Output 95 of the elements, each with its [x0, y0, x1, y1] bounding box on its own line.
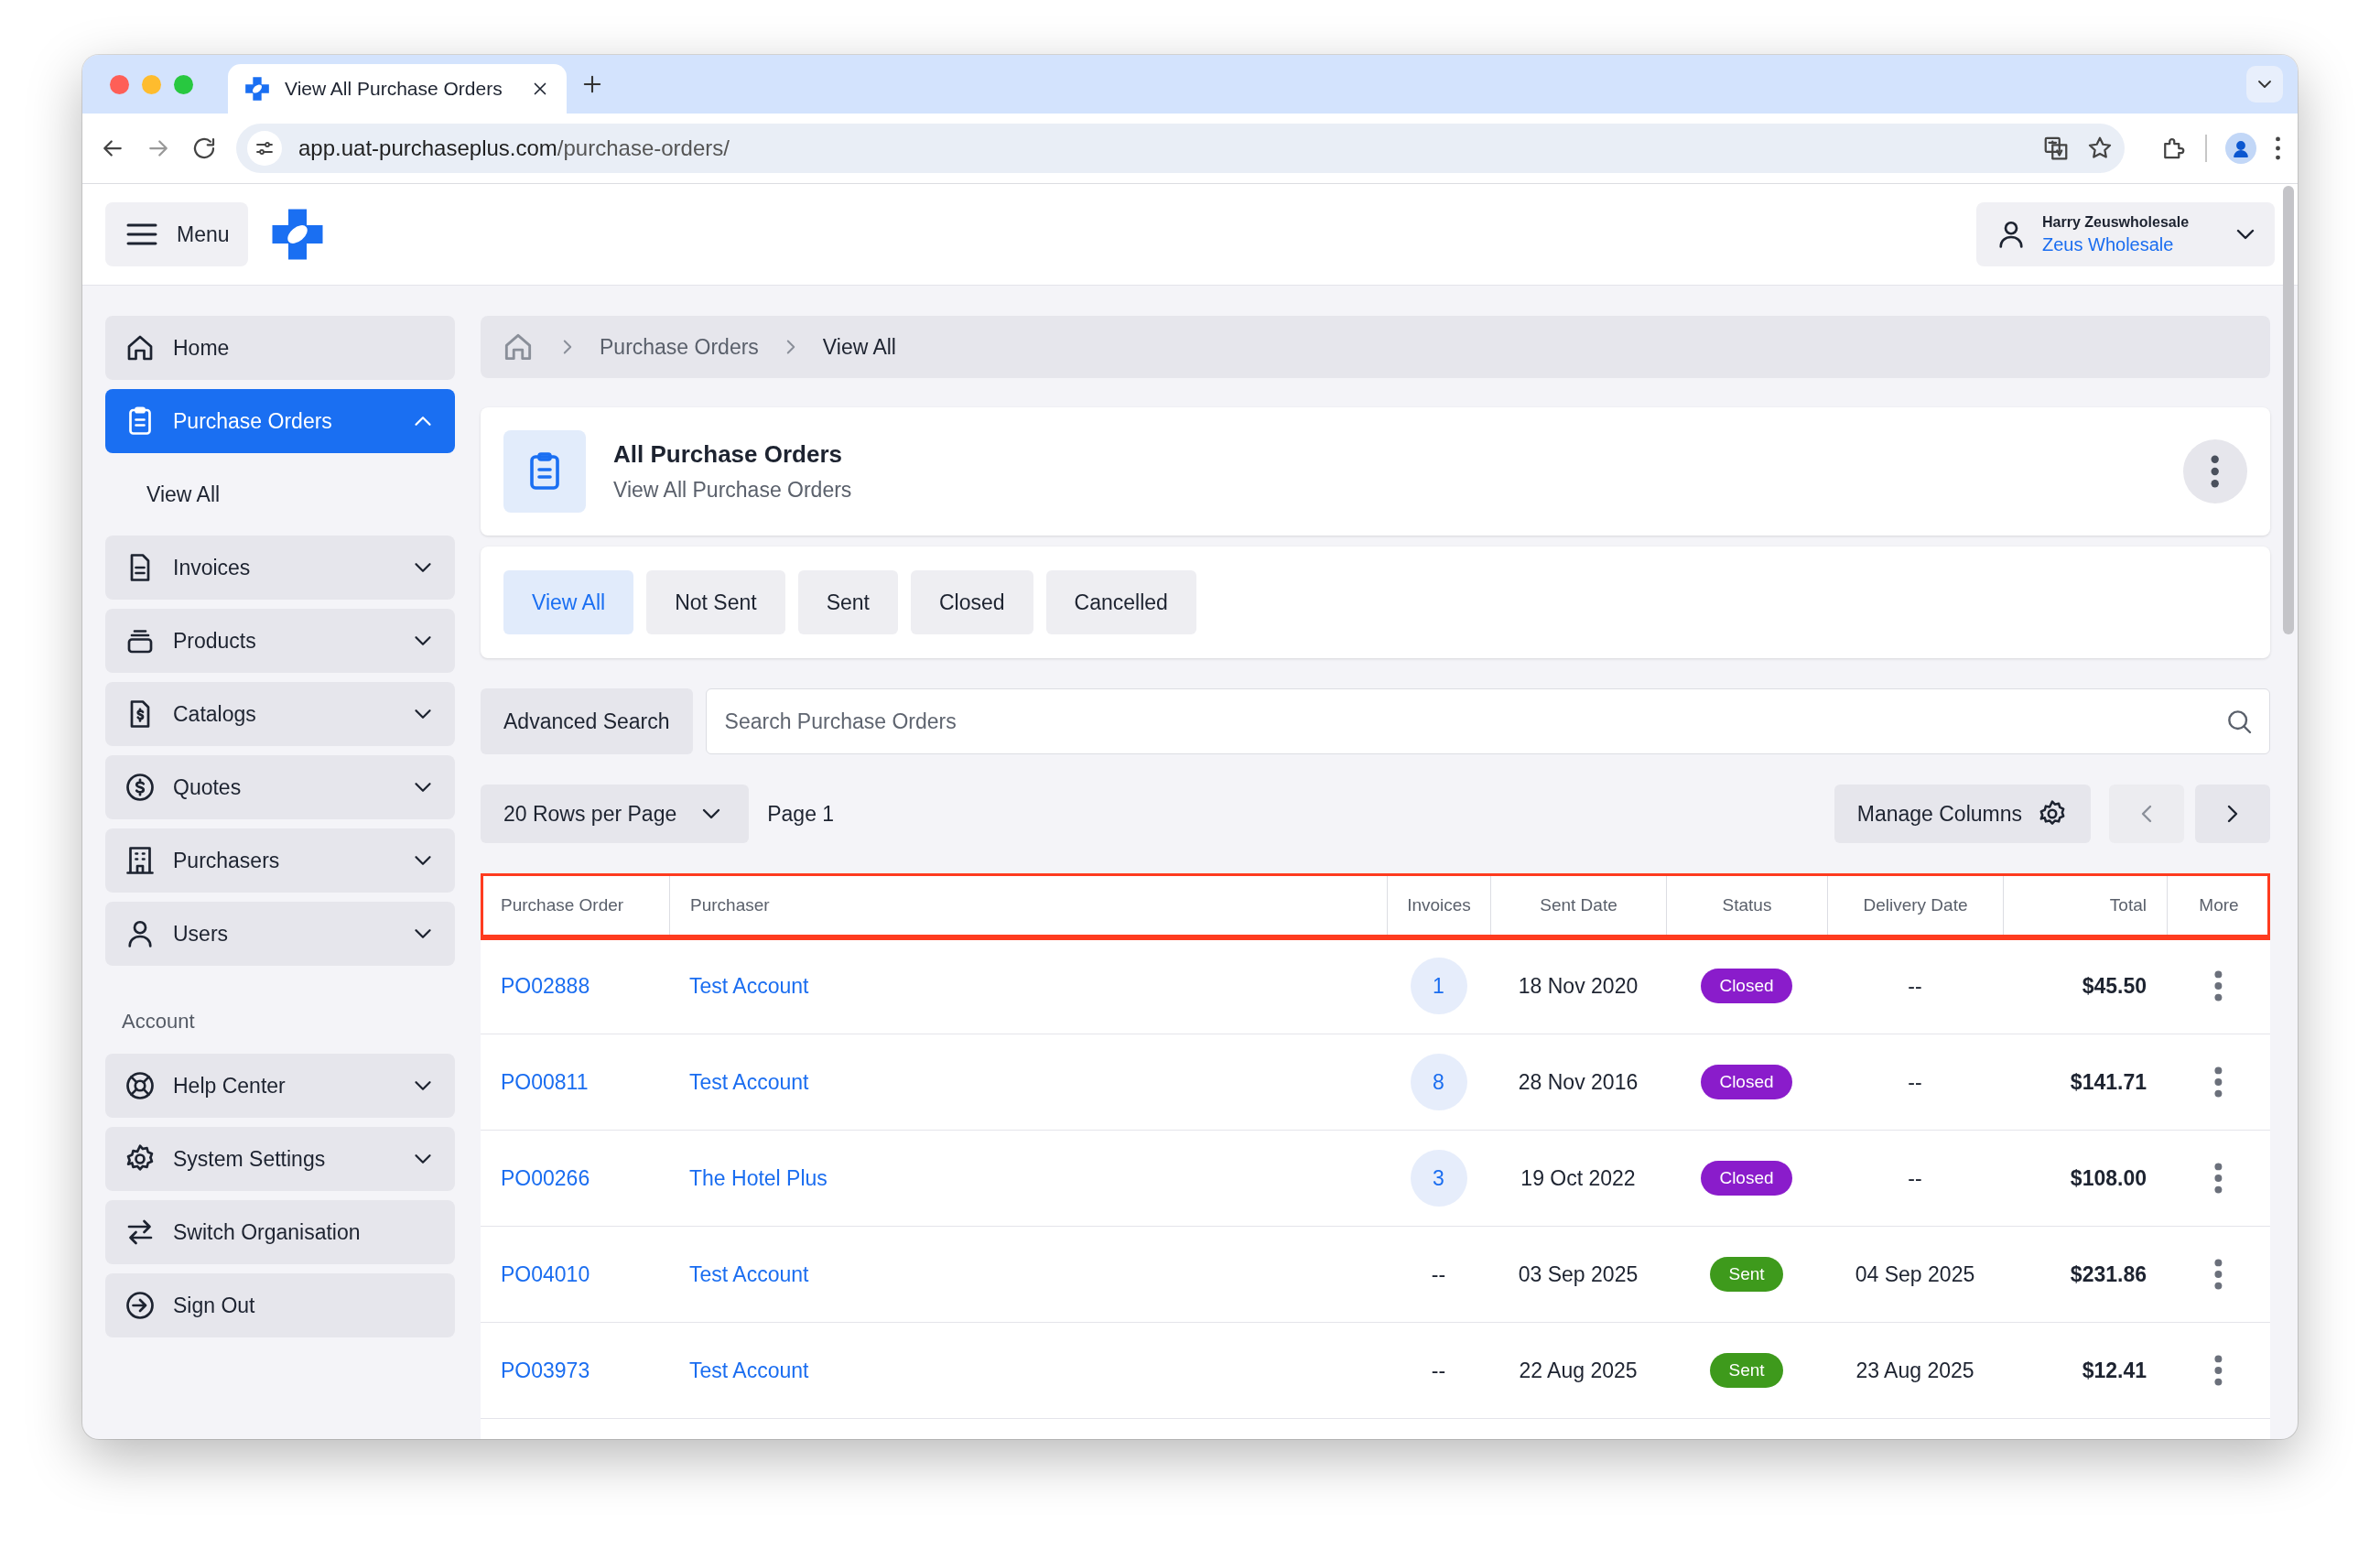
total-amount: $45.50: [2082, 973, 2147, 999]
column-header[interactable]: Total: [2003, 873, 2167, 937]
filter-tab[interactable]: Cancelled: [1045, 570, 1196, 634]
table-cell: --: [1908, 1069, 1922, 1095]
kebab-icon: [2210, 454, 2221, 489]
advanced-search-button[interactable]: Advanced Search: [481, 688, 693, 754]
sidebar-item[interactable]: Catalogs: [105, 682, 455, 746]
menu-button[interactable]: Menu: [105, 202, 248, 266]
table-cell: --: [1431, 1261, 1446, 1287]
table-cell: 04 Sep 2025: [1855, 1261, 1975, 1287]
sidebar-item[interactable]: Invoices: [105, 536, 455, 600]
organisation-name: Zeus Wholesale: [2042, 233, 2175, 255]
purchaser-link[interactable]: Test Account: [689, 1261, 809, 1287]
total-amount: $108.00: [2070, 1165, 2147, 1191]
url-text: app.uat-purchaseplus.com/purchase-orders/: [298, 135, 730, 161]
sidebar-item[interactable]: System Settings: [105, 1127, 455, 1191]
sidebar-item[interactable]: Switch Organisation: [105, 1200, 455, 1264]
order-link[interactable]: PO02888: [501, 973, 590, 999]
lifebuoy-icon: [124, 1069, 157, 1102]
sidebar-subitem[interactable]: View All: [105, 462, 226, 526]
purchaser-link[interactable]: Test Account: [689, 1069, 809, 1095]
kebab-icon: [2213, 1162, 2223, 1195]
kebab-icon: [2213, 969, 2223, 1002]
order-link[interactable]: PO04010: [501, 1261, 590, 1287]
sidebar-item[interactable]: Purchase Orders: [105, 389, 455, 453]
more-vertical-icon[interactable]: [2275, 136, 2281, 160]
status-badge: Sent: [1710, 1257, 1783, 1292]
address-bar[interactable]: app.uat-purchaseplus.com/purchase-orders/: [236, 124, 2125, 173]
scrollbar[interactable]: [2283, 186, 2294, 634]
building-icon: [124, 844, 157, 877]
total-amount: $12.41: [2082, 1358, 2147, 1383]
page-subtitle: View All Purchase Orders: [613, 478, 853, 503]
table-cell: --: [1908, 973, 1922, 999]
kebab-icon: [2213, 1258, 2223, 1291]
table-cell: 18 Nov 2020: [1518, 973, 1639, 999]
account-menu-button[interactable]: Harry Zeuswholesale Zeus Wholesale: [1976, 202, 2275, 266]
invoice-count-badge[interactable]: 1: [1410, 958, 1467, 1014]
column-header[interactable]: Sent Date: [1490, 873, 1666, 937]
translate-icon: [2042, 135, 2070, 162]
total-amount: $231.86: [2070, 1261, 2147, 1287]
column-header[interactable]: Purchaser: [669, 873, 1387, 937]
status-badge: Sent: [1710, 1353, 1783, 1388]
filter-tab[interactable]: Sent: [797, 570, 898, 634]
dollar-circle-icon: [124, 771, 157, 804]
sidebar-item[interactable]: Products: [105, 609, 455, 673]
column-header[interactable]: Status: [1666, 873, 1827, 937]
filter-tab[interactable]: Closed: [910, 570, 1033, 634]
order-link[interactable]: PO00811: [501, 1069, 589, 1095]
tab-list-button[interactable]: [2246, 66, 2283, 103]
total-amount: $141.71: [2070, 1069, 2147, 1095]
user-name: Harry Zeuswholesale: [2042, 213, 2191, 231]
table-cell: --: [1431, 1358, 1446, 1383]
kebab-icon: [2213, 1066, 2223, 1099]
kebab-icon: [2213, 1354, 2223, 1387]
table-cell: 03 Sep 2025: [1518, 1261, 1639, 1287]
filter-tab[interactable]: Not Sent: [646, 570, 785, 634]
order-link[interactable]: PO00266: [501, 1165, 590, 1191]
column-header[interactable]: Purchase Order: [481, 873, 669, 937]
table-cell: 23 Aug 2025: [1855, 1358, 1974, 1383]
rows-per-page-dropdown[interactable]: 20 Rows per Page: [481, 785, 750, 843]
status-badge: Closed: [1701, 969, 1792, 1003]
sidebar-item[interactable]: Help Center: [105, 1054, 455, 1118]
column-header[interactable]: Delivery Date: [1827, 873, 2003, 937]
page-title: All Purchase Orders: [613, 440, 843, 469]
page-label: Page 1: [767, 801, 835, 827]
section-label: Account: [121, 1009, 196, 1034]
invoice-count-badge[interactable]: 3: [1410, 1150, 1467, 1207]
sidebar-item[interactable]: Quotes: [105, 755, 455, 819]
order-link[interactable]: PO03973: [501, 1358, 590, 1383]
purchaser-link[interactable]: Test Account: [689, 973, 809, 999]
tab-title: View All Purchase Orders: [285, 78, 503, 100]
breadcrumb-link[interactable]: View All: [822, 334, 896, 360]
table-cell: --: [1908, 1165, 1922, 1191]
column-header[interactable]: More: [2167, 873, 2270, 937]
sidebar-item[interactable]: Users: [105, 902, 455, 966]
invoice-count-badge[interactable]: 8: [1410, 1054, 1467, 1110]
profile-avatar[interactable]: [2225, 133, 2256, 164]
purchaser-link[interactable]: The Hotel Plus: [689, 1165, 828, 1191]
sidebar-item[interactable]: Home: [105, 316, 455, 380]
sidebar-item[interactable]: Sign Out: [105, 1273, 455, 1337]
status-badge: Closed: [1701, 1065, 1792, 1099]
sidebar-item[interactable]: Purchasers: [105, 828, 455, 893]
purchaser-link[interactable]: Test Account: [689, 1358, 809, 1383]
browser-tab[interactable]: View All Purchase Orders: [228, 64, 567, 114]
filter-tab[interactable]: View All: [503, 570, 634, 634]
table-cell: 22 Aug 2025: [1519, 1358, 1638, 1383]
table-cell: 28 Nov 2016: [1518, 1069, 1639, 1095]
breadcrumb-link[interactable]: Purchase Orders: [600, 334, 759, 360]
manage-columns-button[interactable]: Manage Columns: [1834, 785, 2091, 843]
column-header[interactable]: Invoices: [1387, 873, 1490, 937]
table-cell: 19 Oct 2022: [1520, 1165, 1636, 1191]
sign-out-icon: [124, 1289, 157, 1322]
search-field[interactable]: Search Purchase Orders: [705, 688, 2270, 754]
status-badge: Closed: [1701, 1161, 1792, 1196]
logo-icon: [244, 76, 270, 102]
